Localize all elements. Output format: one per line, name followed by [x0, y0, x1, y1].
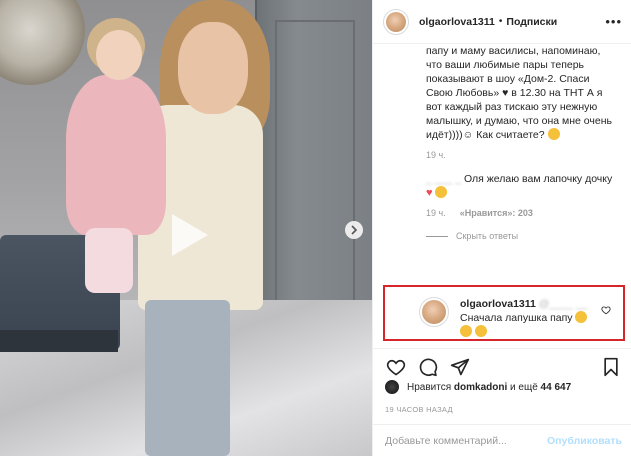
photo-baby-legs [85, 228, 133, 293]
author-username[interactable]: olgaorlova1311 [419, 16, 495, 28]
publish-button[interactable]: Опубликовать [547, 435, 622, 447]
reply-text: Сначала лапушка папу [460, 312, 573, 324]
next-arrow-icon[interactable] [345, 221, 363, 239]
likes-and: и ещё [510, 381, 538, 393]
add-comment-bar: Опубликовать [373, 424, 631, 456]
photo-woman-jeans [145, 300, 230, 456]
photo-sofa-base [0, 330, 118, 352]
photo-mirror [0, 0, 85, 85]
photo-door-panel [275, 20, 355, 310]
post-side-panel: olgaorlova1311 • Подписки ••• папу и мам… [372, 0, 631, 456]
smile-emoji-icon [547, 128, 560, 140]
grin-emoji-icon [460, 325, 472, 337]
photo-woman-face [178, 22, 248, 114]
smile-emoji-icon [435, 186, 448, 198]
comment-text: Оля желаю вам лапочку дочку [463, 173, 613, 185]
comments-list[interactable]: папу и маму василисы, напоминаю, что ваш… [373, 45, 631, 283]
highlighted-reply: olgaorlova1311 @____ __ Сначала лапушка … [383, 285, 625, 341]
hide-replies-button[interactable]: Скрыть ответы [426, 231, 616, 241]
reply-content: olgaorlova1311 @____ __ Сначала лапушка … [460, 297, 600, 339]
liker-avatar[interactable] [385, 380, 399, 394]
comment-meta: 19 ч. «Нравится»: 203 [426, 208, 616, 218]
reply-author-avatar[interactable] [419, 297, 449, 327]
photo-baby-face [96, 30, 142, 80]
hide-replies-line [426, 235, 448, 237]
caption-time: 19 ч. [426, 150, 446, 160]
post-timestamp[interactable]: 19 ЧАСОВ НАЗАД [385, 405, 453, 414]
comment-username[interactable]: _ ___ _ [426, 173, 461, 185]
reply-mention[interactable]: @____ __ [539, 298, 588, 310]
post-photo[interactable] [0, 0, 372, 456]
author-avatar[interactable] [383, 8, 409, 35]
reply-like-heart-icon[interactable] [601, 305, 611, 318]
reply-username[interactable]: olgaorlova1311 [460, 298, 536, 310]
post-actions-bar [373, 348, 631, 378]
heart-emoji-icon: ♥ [426, 187, 433, 199]
share-paper-plane-icon[interactable] [449, 356, 471, 378]
grin-emoji-icon [575, 311, 588, 323]
likes-count[interactable]: 44 647 [541, 382, 572, 393]
likes-prefix: Нравится [407, 381, 452, 393]
save-bookmark-icon[interactable] [600, 356, 622, 378]
header-separator: • [498, 16, 503, 27]
play-icon[interactable] [162, 210, 212, 260]
caption-text: папу и маму василисы, напоминаю, что ваш… [426, 45, 612, 141]
more-options-icon[interactable]: ••• [605, 14, 622, 29]
liker-username[interactable]: domkadoni [454, 382, 507, 393]
grin-emoji-icon [474, 325, 487, 337]
comment-item: _ ___ _ Оля желаю вам лапочку дочку ♥ [426, 172, 616, 200]
photo-baby-dress [66, 75, 166, 235]
comment-likes-count[interactable]: «Нравится»: 203 [460, 208, 533, 218]
post-header: olgaorlova1311 • Подписки ••• [373, 0, 631, 44]
comment-bubble-icon[interactable] [417, 356, 439, 378]
like-heart-icon[interactable] [385, 356, 407, 378]
comment-time: 19 ч. [426, 208, 446, 218]
follow-status-button[interactable]: Подписки [506, 16, 557, 28]
add-comment-input[interactable] [385, 434, 535, 447]
hide-replies-label: Скрыть ответы [456, 231, 519, 241]
post-caption: папу и маму василисы, напоминаю, что ваш… [426, 45, 616, 142]
likes-summary: Нравится domkadoni и ещё 44 647 [385, 380, 625, 394]
